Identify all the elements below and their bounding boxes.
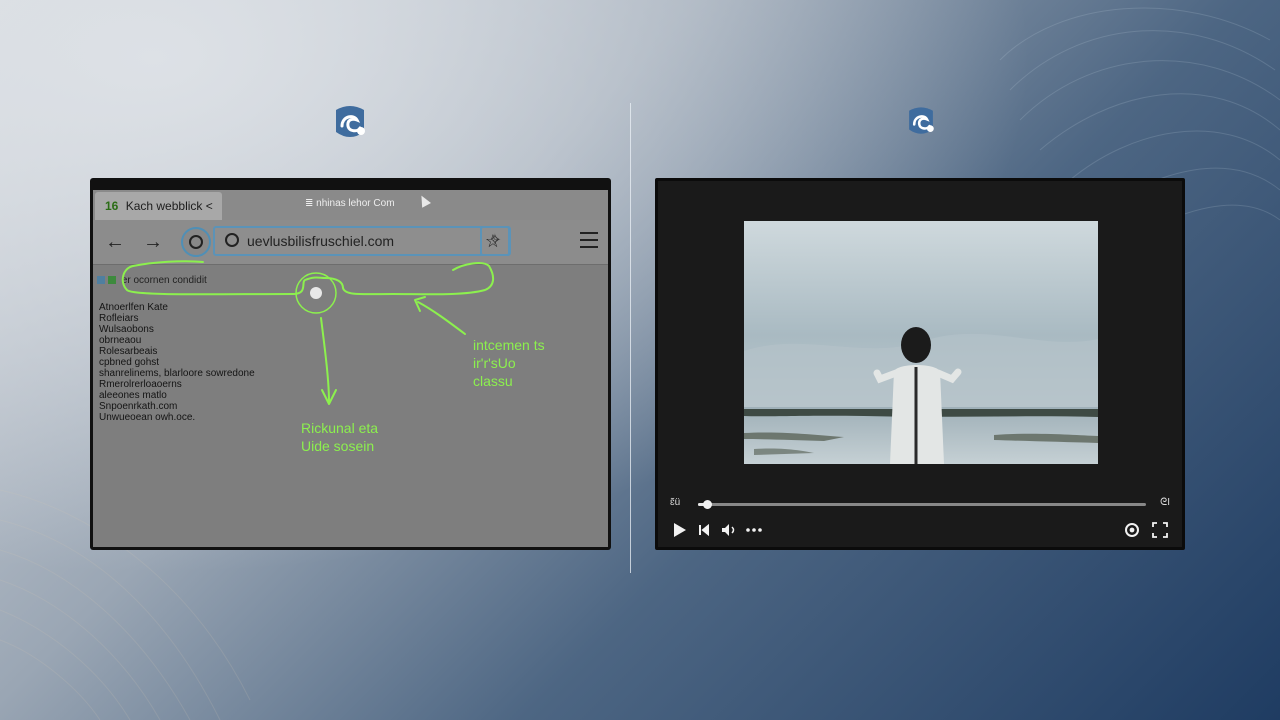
- skip-icon: [699, 523, 709, 537]
- annotation-outline: [121, 262, 495, 296]
- browser-viewport: 16 Kach webblick < ≣ nhinas lehor Com ← …: [93, 190, 608, 547]
- video-frame[interactable]: [744, 221, 1098, 464]
- settings-button[interactable]: [1122, 519, 1142, 541]
- app-logo-icon: [330, 102, 370, 142]
- player-controls: [668, 519, 1172, 541]
- volume-button[interactable]: [718, 519, 740, 541]
- skip-button[interactable]: [694, 519, 714, 541]
- annotation-label-bottom: Rickunal eta Uide sosein: [301, 420, 379, 454]
- fullscreen-icon: [1152, 522, 1168, 538]
- app-logo-icon: [904, 104, 938, 138]
- annotation-dot: [310, 287, 322, 299]
- annotation-label-right: intcemen ts ir'r'sUo classu: [473, 337, 545, 389]
- annotation-arrow: [417, 301, 466, 335]
- video-player: ɛ̃ü ᘓI: [655, 178, 1185, 550]
- more-button[interactable]: [744, 519, 764, 541]
- progress-row: ɛ̃ü ᘓI: [670, 497, 1170, 511]
- annotation-outline: [132, 260, 204, 267]
- time-total: ᘓI: [1160, 497, 1170, 508]
- progress-bar[interactable]: [698, 500, 1146, 509]
- progress-thumb[interactable]: [702, 500, 712, 509]
- fullscreen-button[interactable]: [1150, 519, 1170, 541]
- time-elapsed: ɛ̃ü: [670, 497, 681, 508]
- settings-icon: [1125, 523, 1139, 537]
- volume-icon: [722, 524, 735, 536]
- play-button[interactable]: [670, 519, 690, 541]
- panel-divider: [630, 103, 631, 573]
- play-icon: [674, 523, 686, 537]
- more-dots-icon: [746, 528, 762, 532]
- browser-window: 16 Kach webblick < ≣ nhinas lehor Com ← …: [90, 178, 611, 550]
